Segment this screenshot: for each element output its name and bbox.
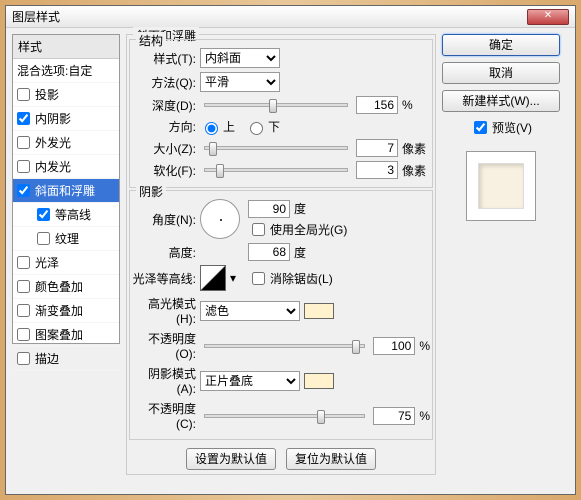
shadow-color-swatch[interactable] — [304, 373, 334, 389]
preview-checkbox[interactable]: 预览(V) — [442, 118, 560, 137]
style-item[interactable]: 斜面和浮雕 — [13, 179, 119, 203]
shadow-mode-label: 阴影模式(A): — [132, 365, 196, 396]
style-item[interactable]: 内阴影 — [13, 107, 119, 131]
angle-input[interactable] — [248, 200, 290, 218]
shading-group: 阴影 角度(N): 度 使用全局光(G) 高度: — [129, 190, 433, 440]
method-label: 方法(Q): — [132, 74, 196, 91]
set-default-button[interactable]: 设置为默认值 — [186, 448, 276, 470]
style-item[interactable]: 投影 — [13, 83, 119, 107]
highlight-color-swatch[interactable] — [304, 303, 334, 319]
style-checkbox[interactable] — [37, 208, 50, 221]
style-checkbox[interactable] — [17, 256, 30, 269]
antialias-checkbox[interactable]: 消除锯齿(L) — [248, 269, 333, 288]
angle-label: 角度(N): — [132, 211, 196, 228]
style-item[interactable]: 描边 — [13, 347, 119, 371]
depth-slider[interactable] — [204, 103, 348, 107]
highlight-opacity-label: 不透明度(O): — [132, 330, 196, 361]
style-item-label: 颜色叠加 — [35, 278, 83, 295]
style-item-label: 内阴影 — [35, 110, 71, 127]
chevron-down-icon[interactable]: ▾ — [230, 271, 236, 285]
soften-slider[interactable] — [204, 168, 348, 172]
style-item-label: 外发光 — [35, 134, 71, 151]
direction-label: 方向: — [132, 118, 196, 135]
style-checkbox[interactable] — [17, 352, 30, 365]
blend-options-row[interactable]: 混合选项:自定 — [13, 59, 119, 83]
style-checkbox[interactable] — [17, 304, 30, 317]
soften-label: 软化(F): — [132, 162, 196, 179]
shadow-opacity-slider[interactable] — [204, 414, 365, 418]
highlight-mode-label: 高光模式(H): — [132, 295, 196, 326]
angle-dial[interactable] — [200, 199, 240, 239]
size-slider[interactable] — [204, 146, 348, 150]
style-item[interactable]: 渐变叠加 — [13, 299, 119, 323]
style-item-label: 等高线 — [55, 206, 91, 223]
style-item[interactable]: 等高线 — [13, 203, 119, 227]
depth-label: 深度(D): — [132, 97, 196, 114]
layer-style-dialog: 图层样式 ✕ 样式 混合选项:自定 投影内阴影外发光内发光斜面和浮雕等高线纹理光… — [5, 5, 576, 495]
style-item-label: 斜面和浮雕 — [35, 182, 95, 199]
style-select[interactable]: 内斜面 — [200, 48, 280, 68]
reset-default-button[interactable]: 复位为默认值 — [286, 448, 376, 470]
highlight-opacity-slider[interactable] — [204, 344, 365, 348]
size-input[interactable] — [356, 139, 398, 157]
shadow-opacity-label: 不透明度(C): — [132, 400, 196, 431]
styles-list: 样式 混合选项:自定 投影内阴影外发光内发光斜面和浮雕等高线纹理光泽颜色叠加渐变… — [12, 34, 120, 344]
cancel-button[interactable]: 取消 — [442, 62, 560, 84]
size-label: 大小(Z): — [132, 140, 196, 157]
gloss-contour-label: 光泽等高线: — [132, 270, 196, 287]
style-item-label: 描边 — [35, 350, 59, 367]
new-style-button[interactable]: 新建样式(W)... — [442, 90, 560, 112]
style-item-label: 渐变叠加 — [35, 302, 83, 319]
style-checkbox[interactable] — [17, 160, 30, 173]
dialog-title: 图层样式 — [12, 8, 60, 25]
styles-header: 样式 — [13, 35, 119, 59]
style-label: 样式(T): — [132, 50, 196, 67]
ok-button[interactable]: 确定 — [442, 34, 560, 56]
style-checkbox[interactable] — [17, 136, 30, 149]
shadow-mode-select[interactable]: 正片叠底 — [200, 371, 300, 391]
style-item[interactable]: 光泽 — [13, 251, 119, 275]
soften-input[interactable] — [356, 161, 398, 179]
shadow-opacity-input[interactable] — [373, 407, 415, 425]
style-checkbox[interactable] — [17, 184, 30, 197]
global-light-checkbox[interactable]: 使用全局光(G) — [248, 220, 347, 239]
titlebar[interactable]: 图层样式 ✕ — [6, 6, 575, 28]
preview-swatch — [466, 151, 536, 221]
style-checkbox[interactable] — [17, 88, 30, 101]
altitude-label: 高度: — [132, 244, 196, 261]
highlight-opacity-input[interactable] — [373, 337, 415, 355]
altitude-input[interactable] — [248, 243, 290, 261]
style-item-label: 内发光 — [35, 158, 71, 175]
method-select[interactable]: 平滑 — [200, 72, 280, 92]
direction-up-radio[interactable]: 上 — [200, 118, 235, 135]
structure-group: 结构 样式(T): 内斜面 方法(Q): 平滑 深度(D): % — [129, 39, 433, 188]
style-checkbox[interactable] — [37, 232, 50, 245]
style-item[interactable]: 颜色叠加 — [13, 275, 119, 299]
style-item[interactable]: 外发光 — [13, 131, 119, 155]
style-checkbox[interactable] — [17, 112, 30, 125]
style-checkbox[interactable] — [17, 280, 30, 293]
style-item[interactable]: 图案叠加 — [13, 323, 119, 347]
depth-input[interactable] — [356, 96, 398, 114]
bevel-emboss-group: 斜面和浮雕 结构 样式(T): 内斜面 方法(Q): 平滑 深度(D): — [126, 34, 436, 475]
style-item-label: 光泽 — [35, 254, 59, 271]
direction-down-radio[interactable]: 下 — [245, 118, 280, 135]
gloss-contour-picker[interactable] — [200, 265, 226, 291]
style-item[interactable]: 纹理 — [13, 227, 119, 251]
highlight-mode-select[interactable]: 滤色 — [200, 301, 300, 321]
style-item-label: 图案叠加 — [35, 326, 83, 343]
style-item-label: 投影 — [35, 86, 59, 103]
style-item-label: 纹理 — [55, 230, 79, 247]
style-checkbox[interactable] — [17, 328, 30, 341]
close-button[interactable]: ✕ — [527, 9, 569, 25]
style-item[interactable]: 内发光 — [13, 155, 119, 179]
